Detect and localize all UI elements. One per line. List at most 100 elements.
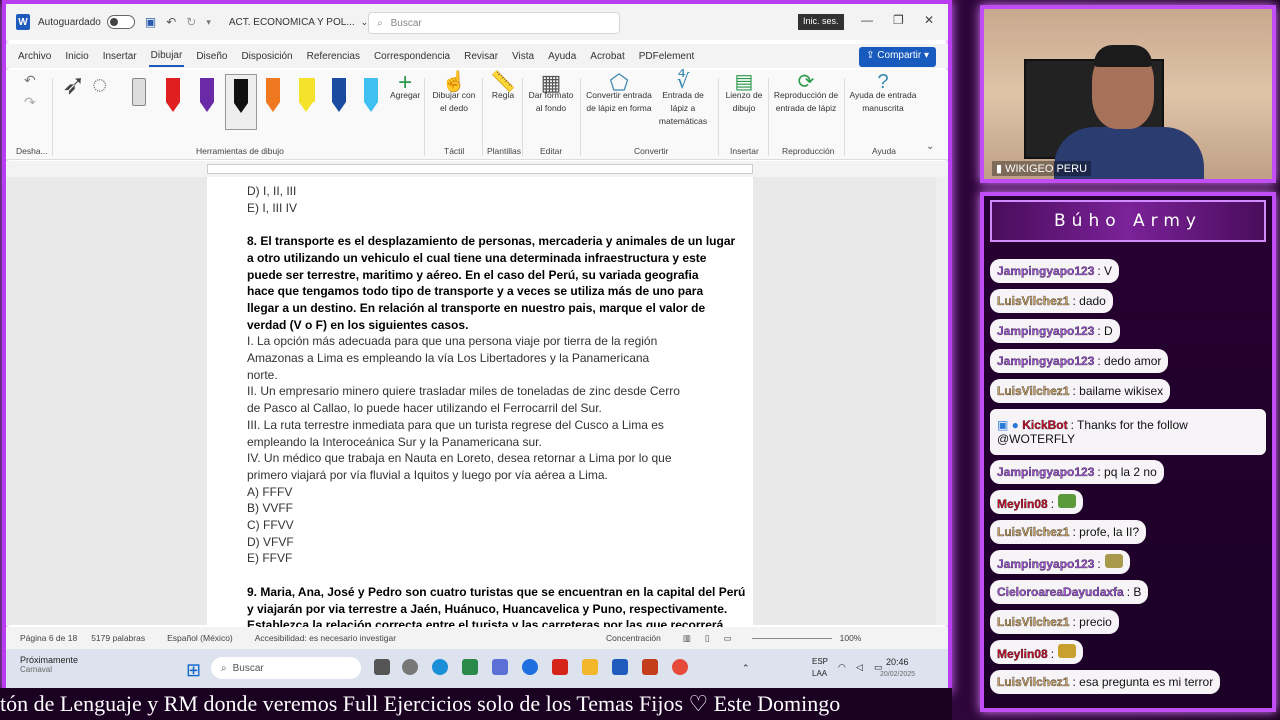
tray-chevron-icon[interactable]: ⌃ xyxy=(742,663,750,674)
input-language-sub[interactable]: LAA xyxy=(812,669,827,678)
tab-inicio[interactable]: Inicio xyxy=(63,47,90,66)
document-page[interactable]: D) I, II, III E) I, III IV 8. El transpor… xyxy=(207,177,753,632)
drawing-tools-label: Herramientas de dibujo xyxy=(196,146,284,156)
page-count[interactable]: Página 6 de 18 xyxy=(20,633,77,643)
pen-orange-icon[interactable] xyxy=(266,78,280,114)
tab-correspondencia[interactable]: Correspondencia xyxy=(372,47,452,66)
minimize-icon[interactable]: — xyxy=(861,13,873,27)
highlighter-yellow-icon[interactable] xyxy=(299,78,315,114)
tab-acrobat[interactable]: Acrobat xyxy=(588,47,626,66)
select-arrow-icon[interactable]: ➶ xyxy=(62,71,85,99)
language-status[interactable]: Español (México) xyxy=(167,633,233,643)
lasso-icon[interactable]: ◌ xyxy=(92,71,107,97)
format-background-button[interactable]: ▦ Dar formato al fondo xyxy=(526,72,576,115)
word-count[interactable]: 5179 palabras xyxy=(91,633,145,643)
app-icon[interactable] xyxy=(402,659,418,675)
ink-replay-button[interactable]: ⟳ Reproducción de entrada de lápiz xyxy=(772,72,840,115)
pen-black-selected[interactable] xyxy=(225,74,257,130)
word-taskbar-icon[interactable] xyxy=(612,659,628,675)
pen-purple-icon[interactable] xyxy=(200,78,214,114)
widget-subtitle: Carnaval xyxy=(20,665,53,674)
tab-ayuda[interactable]: Ayuda xyxy=(546,47,578,66)
chat-username[interactable]: LuisVilchez1 xyxy=(997,294,1070,308)
add-pen-button[interactable]: + Agregar xyxy=(390,71,421,102)
chat-username[interactable]: Meylin08 xyxy=(997,646,1048,660)
add-label: Agregar xyxy=(390,90,421,100)
news-widget[interactable]: Próximamente Carnaval xyxy=(20,655,140,674)
eraser-icon[interactable] xyxy=(132,78,146,114)
document-title[interactable]: ACT. ECONOMICA Y POL... xyxy=(229,17,355,28)
tab-vista[interactable]: Vista xyxy=(510,47,536,66)
windows-start-icon[interactable]: ⊞ xyxy=(186,660,201,681)
clock-date[interactable]: 20/02/2025 xyxy=(880,671,915,678)
chat-username[interactable]: KickBot xyxy=(1022,418,1068,432)
chat-username[interactable]: Meylin08 xyxy=(997,496,1048,510)
undo-icon[interactable]: ↶ xyxy=(166,15,176,29)
tab-revisar[interactable]: Revisar xyxy=(462,47,500,66)
collapse-ribbon-icon[interactable]: ⌄ xyxy=(926,140,934,153)
chat-username[interactable]: LuisVilchez1 xyxy=(997,615,1070,629)
tab-pdfelement[interactable]: PDFelement xyxy=(637,47,697,66)
wifi-icon[interactable]: ◠ xyxy=(838,662,846,673)
file-explorer-icon[interactable] xyxy=(582,659,598,675)
input-language[interactable]: ESP xyxy=(812,657,828,666)
ink-to-math-button[interactable]: ∜ Entrada de lápiz a matemáticas xyxy=(654,72,712,128)
tab-archivo[interactable]: Archivo xyxy=(16,47,53,66)
undo-ribbon-icon[interactable]: ↶ xyxy=(24,73,36,87)
acrobat-icon[interactable] xyxy=(552,659,568,675)
calculator-icon[interactable] xyxy=(462,659,478,675)
customize-toolbar-icon[interactable]: ▾ xyxy=(206,17,211,28)
chat-username[interactable]: Jampingyapo123 xyxy=(997,465,1095,479)
chat-username[interactable]: Jampingyapo123 xyxy=(997,354,1095,368)
pen-red-icon[interactable] xyxy=(166,78,180,114)
close-icon[interactable]: ✕ xyxy=(924,13,934,27)
focus-mode-button[interactable]: Concentración xyxy=(606,633,661,643)
pen-cyan-icon[interactable] xyxy=(364,78,378,114)
chat-username[interactable]: LuisVilchez1 xyxy=(997,525,1070,539)
clock-time[interactable]: 20:46 xyxy=(886,657,909,667)
tab-disposicion[interactable]: Disposición xyxy=(239,47,294,66)
chat-username[interactable]: LuisVilchez1 xyxy=(997,384,1070,398)
redo-icon[interactable]: ↻ xyxy=(186,15,196,29)
signin-button[interactable]: Inic. ses. xyxy=(798,14,844,30)
draw-with-finger-button[interactable]: ☝ Dibujar con el dedo xyxy=(430,72,478,115)
zoom-level[interactable]: 100% xyxy=(840,633,862,643)
search-input[interactable]: ⌕ Buscar xyxy=(368,12,620,34)
accessibility-status[interactable]: Accesibilidad: es necesario investigar xyxy=(255,633,396,643)
chat-message-row: LuisVilchez1: dado xyxy=(997,294,1106,308)
ruler-button[interactable]: 📏 Regla xyxy=(488,72,518,102)
zoom-slider[interactable] xyxy=(751,637,832,639)
redo-ribbon-icon[interactable]: ↷ xyxy=(24,95,36,109)
task-view-icon[interactable] xyxy=(374,659,390,675)
pen-blue-icon[interactable] xyxy=(332,78,346,114)
powerpoint-icon[interactable] xyxy=(642,659,658,675)
tab-diseno[interactable]: Diseño xyxy=(194,47,229,66)
chat-username[interactable]: Jampingyapo123 xyxy=(997,264,1095,278)
app2-icon[interactable] xyxy=(492,659,508,675)
chat-username[interactable]: Jampingyapo123 xyxy=(997,324,1095,338)
save-icon[interactable]: ▣ xyxy=(145,15,156,29)
autosave-toggle[interactable] xyxy=(106,15,135,29)
taskbar-search[interactable]: ⌕ Buscar xyxy=(211,657,361,679)
drawing-canvas-button[interactable]: ▤ Lienzo de dibujo xyxy=(724,71,764,115)
share-button[interactable]: ⇪ Compartir ▾ xyxy=(859,47,936,67)
tab-insertar[interactable]: Insertar xyxy=(101,47,139,66)
zoom-app-icon[interactable] xyxy=(522,659,538,675)
volume-icon[interactable]: ◁ xyxy=(856,662,863,673)
canvas-icon: ▤ xyxy=(734,71,754,93)
maximize-icon[interactable]: ❐ xyxy=(893,13,904,27)
read-mode-icon[interactable]: ▥ xyxy=(683,633,691,644)
ink-help-button[interactable]: ? Ayuda de entrada manuscrita xyxy=(848,72,918,115)
edge-icon[interactable] xyxy=(432,659,448,675)
chat-username[interactable]: LuisVilchez1 xyxy=(997,675,1070,689)
web-layout-icon[interactable]: ▭ xyxy=(724,633,732,644)
vertical-scrollbar[interactable] xyxy=(936,177,948,625)
convert-ink-shape-button[interactable]: ⬠ Convertir entrada de lápiz en forma xyxy=(586,72,652,115)
stream-layout: W Autoguardado ▣ ↶ ↻ ▾ ACT. ECONOMICA Y … xyxy=(0,0,1280,720)
chrome-icon[interactable] xyxy=(672,659,688,675)
tab-referencias[interactable]: Referencias xyxy=(305,47,362,66)
print-layout-icon[interactable]: ▯ xyxy=(705,633,710,644)
tab-dibujar[interactable]: Dibujar xyxy=(148,46,185,67)
chat-username[interactable]: Jampingyapo123 xyxy=(997,556,1095,570)
chat-username[interactable]: CieloroareaDayudaxfa xyxy=(997,585,1124,599)
